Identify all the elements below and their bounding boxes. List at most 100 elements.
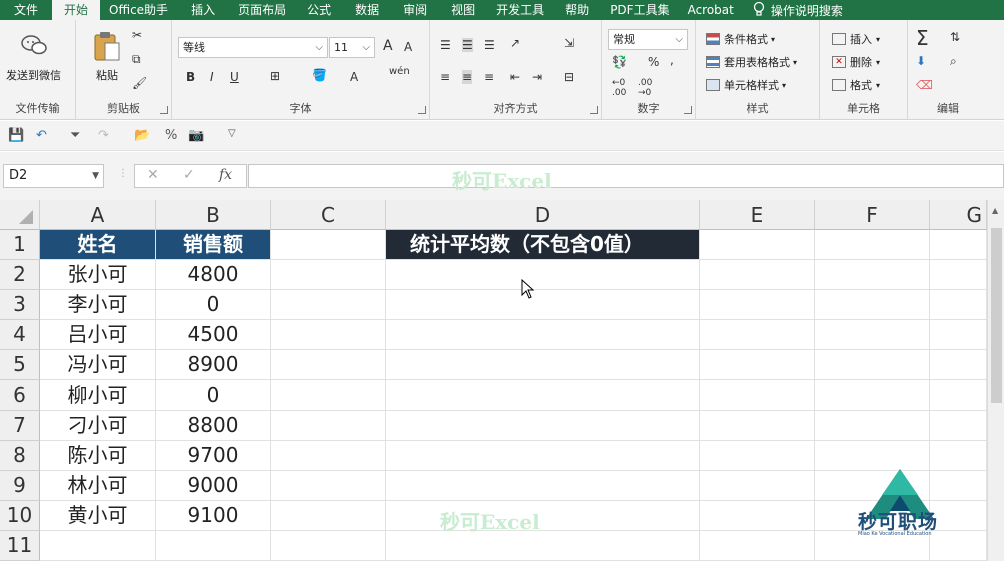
cell[interactable] [271, 441, 386, 471]
tab-pdf-tools[interactable]: PDF工具集 [601, 0, 678, 20]
cell[interactable] [386, 471, 700, 501]
cell[interactable] [700, 380, 815, 411]
tab-formulas[interactable]: 公式 [295, 0, 343, 20]
cell-sales[interactable]: 0 [156, 290, 271, 320]
font-launcher-icon[interactable] [418, 106, 426, 114]
cell[interactable] [386, 320, 700, 350]
find-select-icon[interactable]: ⌕ [950, 54, 957, 69]
cell-sales[interactable]: 9100 [156, 501, 271, 531]
tab-view[interactable]: 视图 [439, 0, 487, 20]
cell[interactable] [700, 260, 815, 290]
phonetic-button[interactable]: wén [389, 66, 410, 77]
cell-styles-button[interactable]: 单元格样式 ▾ [706, 77, 786, 93]
merge-center-icon[interactable]: ⊟ [564, 70, 574, 84]
cell[interactable] [386, 501, 700, 531]
cell-name[interactable]: 黄小可 [40, 501, 156, 531]
italic-button[interactable]: I [210, 70, 214, 84]
resize-dots-icon[interactable]: ⋮ [118, 168, 128, 179]
cell[interactable] [156, 531, 271, 561]
cell[interactable] [815, 290, 930, 320]
send-to-wechat-button[interactable]: 发送到微信 [6, 34, 61, 83]
align-center-icon[interactable]: ≡ [462, 70, 473, 84]
font-color-icon[interactable]: A [350, 70, 358, 84]
cell[interactable] [40, 531, 156, 561]
autosum-icon[interactable]: Σ [916, 26, 929, 50]
cell[interactable] [271, 260, 386, 290]
cell-sales[interactable]: 0 [156, 380, 271, 411]
paste-button[interactable]: 粘贴 [92, 30, 122, 83]
percent-style-button[interactable]: % [648, 55, 659, 69]
name-box[interactable]: D2 ▼ [3, 164, 104, 188]
active-cell-d2[interactable] [386, 260, 700, 290]
redo-icon[interactable]: ↷ [98, 128, 109, 143]
undo-icon[interactable]: ↶ [36, 128, 47, 143]
column-header-e[interactable]: E [700, 200, 815, 230]
column-header-a[interactable]: A [40, 200, 156, 230]
enter-formula-button[interactable]: ✓ [183, 167, 195, 183]
copy-icon[interactable]: ⧉ [132, 52, 141, 67]
delete-cells-button[interactable]: ✕ 删除 ▾ [832, 54, 880, 70]
tab-office-assistant[interactable]: Office助手 [100, 0, 177, 20]
cell[interactable] [271, 531, 386, 561]
align-top-icon[interactable]: ☰ [440, 38, 451, 52]
cell[interactable] [700, 441, 815, 471]
row-header-10[interactable]: 10 [0, 501, 40, 531]
vertical-scrollbar[interactable]: ▲ [987, 200, 1004, 561]
cell[interactable] [271, 501, 386, 531]
number-launcher-icon[interactable] [684, 106, 692, 114]
cell[interactable] [700, 531, 815, 561]
clear-icon[interactable]: ⌫ [916, 78, 933, 92]
tab-file[interactable]: 文件 [0, 0, 52, 20]
number-format-dropdown[interactable]: 常规 ⌵ [608, 29, 688, 50]
percent-button[interactable]: % [165, 128, 177, 143]
cell-sales[interactable]: 9700 [156, 441, 271, 471]
cell[interactable] [271, 320, 386, 350]
fill-icon[interactable]: ⬇ [916, 54, 926, 68]
header-cell-sales[interactable]: 销售额 [156, 230, 271, 260]
insert-cells-button[interactable]: 插入 ▾ [832, 31, 880, 47]
cell[interactable] [815, 230, 930, 260]
align-right-icon[interactable]: ≡ [484, 70, 494, 84]
cell[interactable] [271, 290, 386, 320]
tab-help[interactable]: 帮助 [553, 0, 601, 20]
increase-indent-icon[interactable]: ⇥ [532, 70, 542, 84]
font-size-dropdown[interactable]: 11 ⌵ [329, 37, 375, 58]
camera-icon[interactable]: 📷 [188, 128, 204, 143]
cell[interactable] [386, 350, 700, 380]
border-icon[interactable]: ⊞ [270, 69, 280, 83]
align-bottom-icon[interactable]: ☰ [484, 38, 495, 52]
cell[interactable] [930, 290, 987, 320]
cell-sales[interactable]: 8800 [156, 411, 271, 441]
accounting-format-icon[interactable]: 💱 [612, 55, 627, 69]
cell-sales[interactable]: 4800 [156, 260, 271, 290]
cell[interactable] [271, 471, 386, 501]
customize-toolbar-icon[interactable]: ▽ [228, 128, 236, 139]
cell-sales[interactable]: 9000 [156, 471, 271, 501]
orientation-icon[interactable]: ↗ [510, 36, 520, 50]
cell[interactable] [700, 320, 815, 350]
comma-style-button[interactable]: , [670, 53, 674, 67]
row-header-7[interactable]: 7 [0, 411, 40, 441]
cell[interactable] [815, 411, 930, 441]
cut-icon[interactable]: ✂ [132, 28, 142, 42]
row-header-8[interactable]: 8 [0, 441, 40, 471]
filter-icon[interactable]: ⏷ [70, 128, 80, 143]
column-header-d[interactable]: D [386, 200, 700, 230]
cell-sales[interactable]: 8900 [156, 350, 271, 380]
cell[interactable] [271, 230, 386, 260]
font-name-dropdown[interactable]: 等线 ⌵ [178, 37, 328, 58]
tab-acrobat[interactable]: Acrobat [679, 0, 743, 20]
cell[interactable] [386, 380, 700, 411]
shrink-font-button[interactable]: A [404, 40, 412, 54]
formula-input[interactable] [248, 164, 1004, 188]
bold-button[interactable]: B [186, 70, 195, 84]
cell[interactable] [930, 350, 987, 380]
cell-name[interactable]: 吕小可 [40, 320, 156, 350]
cell[interactable] [700, 501, 815, 531]
cell[interactable] [271, 350, 386, 380]
cell-name[interactable]: 刁小可 [40, 411, 156, 441]
cell[interactable] [930, 320, 987, 350]
column-header-g[interactable]: G [930, 200, 987, 230]
cell[interactable] [386, 290, 700, 320]
underline-button[interactable]: U [230, 70, 239, 84]
